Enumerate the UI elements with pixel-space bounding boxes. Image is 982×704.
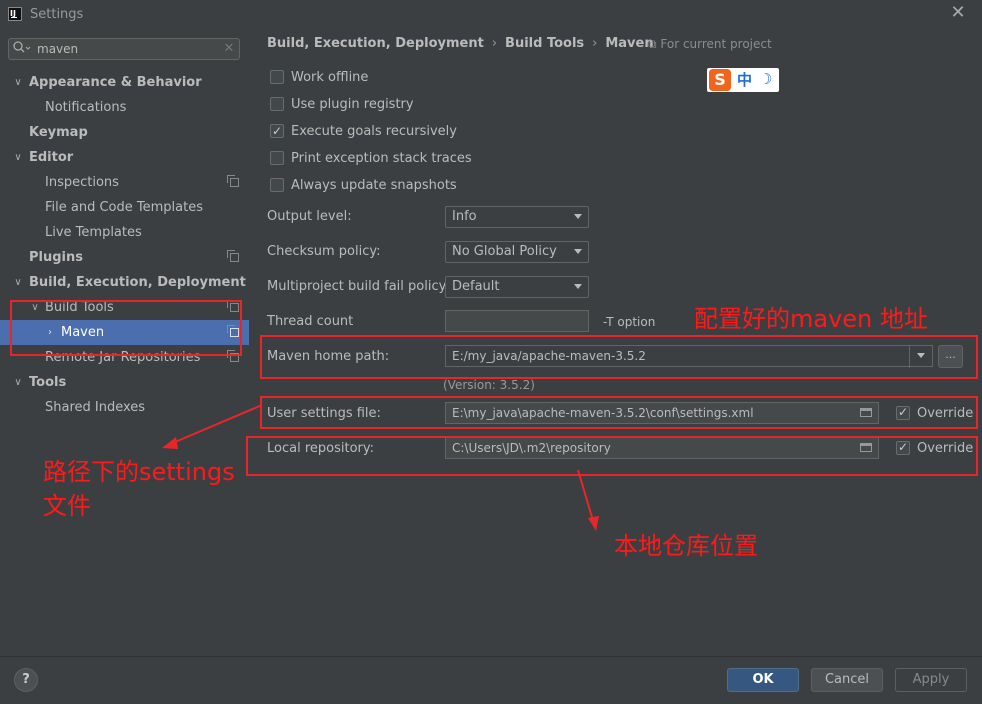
annotation-arrows — [162, 404, 599, 531]
annotation-arrow-settings — [167, 404, 263, 446]
ok-button[interactable]: OK — [727, 668, 799, 692]
apply-button[interactable]: Apply — [895, 668, 967, 692]
cancel-button[interactable]: Cancel — [811, 668, 883, 692]
annotation-arrowhead-local-repo — [588, 516, 599, 531]
annotation-arrowhead-settings — [162, 437, 178, 449]
help-button[interactable]: ? — [14, 668, 38, 692]
annotation-arrow-local-repo — [577, 469, 595, 525]
